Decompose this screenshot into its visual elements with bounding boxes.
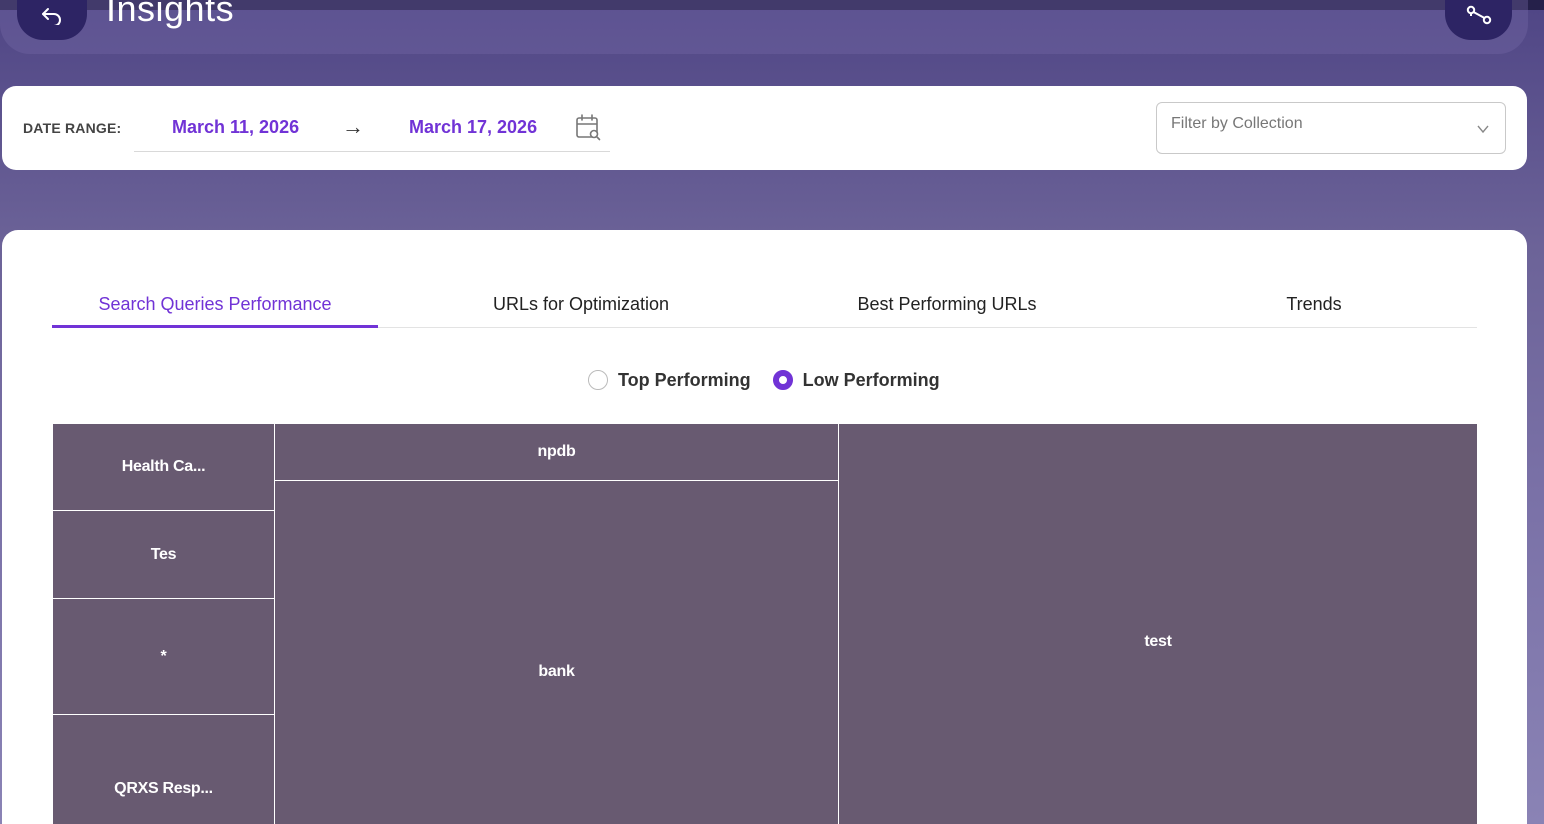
date-range-label: DATE RANGE:	[23, 120, 122, 136]
active-tab-indicator	[52, 325, 378, 328]
date-range-card: DATE RANGE: March 11, 2026 → March 17, 2…	[2, 86, 1527, 170]
end-date[interactable]: March 17, 2026	[409, 117, 537, 138]
radio-top-performing[interactable]	[588, 370, 608, 390]
treemap: Health Ca... Tes * QRXS Resp... npdb ban…	[52, 423, 1478, 824]
chevron-down-icon	[1477, 125, 1489, 134]
tab-search-queries-performance[interactable]: Search Queries Performance	[52, 294, 378, 315]
radio-low-performing[interactable]	[772, 370, 793, 390]
tab-urls-for-optimization[interactable]: URLs for Optimization	[418, 294, 744, 315]
performance-toggle: Top Performing Low Performing	[588, 368, 962, 392]
treemap-cell[interactable]: QRXS Resp...	[52, 714, 275, 824]
treemap-cell[interactable]: Tes	[52, 510, 275, 599]
radio-top-performing-label[interactable]: Top Performing	[618, 370, 751, 391]
collection-filter-select[interactable]: Filter by Collection	[1156, 102, 1506, 154]
treemap-cell[interactable]: test	[838, 423, 1478, 824]
filter-placeholder: Filter by Collection	[1171, 115, 1303, 132]
date-range-picker[interactable]: March 11, 2026 → March 17, 2026	[134, 106, 610, 152]
treemap-cell[interactable]: *	[52, 598, 275, 715]
treemap-cell[interactable]: Health Ca...	[52, 423, 275, 511]
page-title: Insights	[106, 0, 235, 29]
share-icon	[1466, 5, 1491, 25]
undo-arrow-icon	[42, 8, 61, 25]
calendar-search-icon[interactable]	[574, 113, 602, 141]
share-button[interactable]	[1445, 0, 1512, 40]
treemap-cell[interactable]: bank	[274, 480, 839, 824]
arrow-right-icon: →	[342, 114, 364, 139]
tab-best-performing-urls[interactable]: Best Performing URLs	[784, 294, 1110, 315]
back-button[interactable]	[17, 0, 87, 40]
tab-trends[interactable]: Trends	[1151, 294, 1477, 315]
start-date[interactable]: March 11, 2026	[172, 117, 299, 138]
radio-low-performing-label[interactable]: Low Performing	[803, 370, 940, 391]
main-content-card: Search Queries Performance URLs for Opti…	[2, 230, 1527, 824]
treemap-cell[interactable]: npdb	[274, 423, 839, 481]
tab-bar: Search Queries Performance URLs for Opti…	[52, 284, 1477, 328]
